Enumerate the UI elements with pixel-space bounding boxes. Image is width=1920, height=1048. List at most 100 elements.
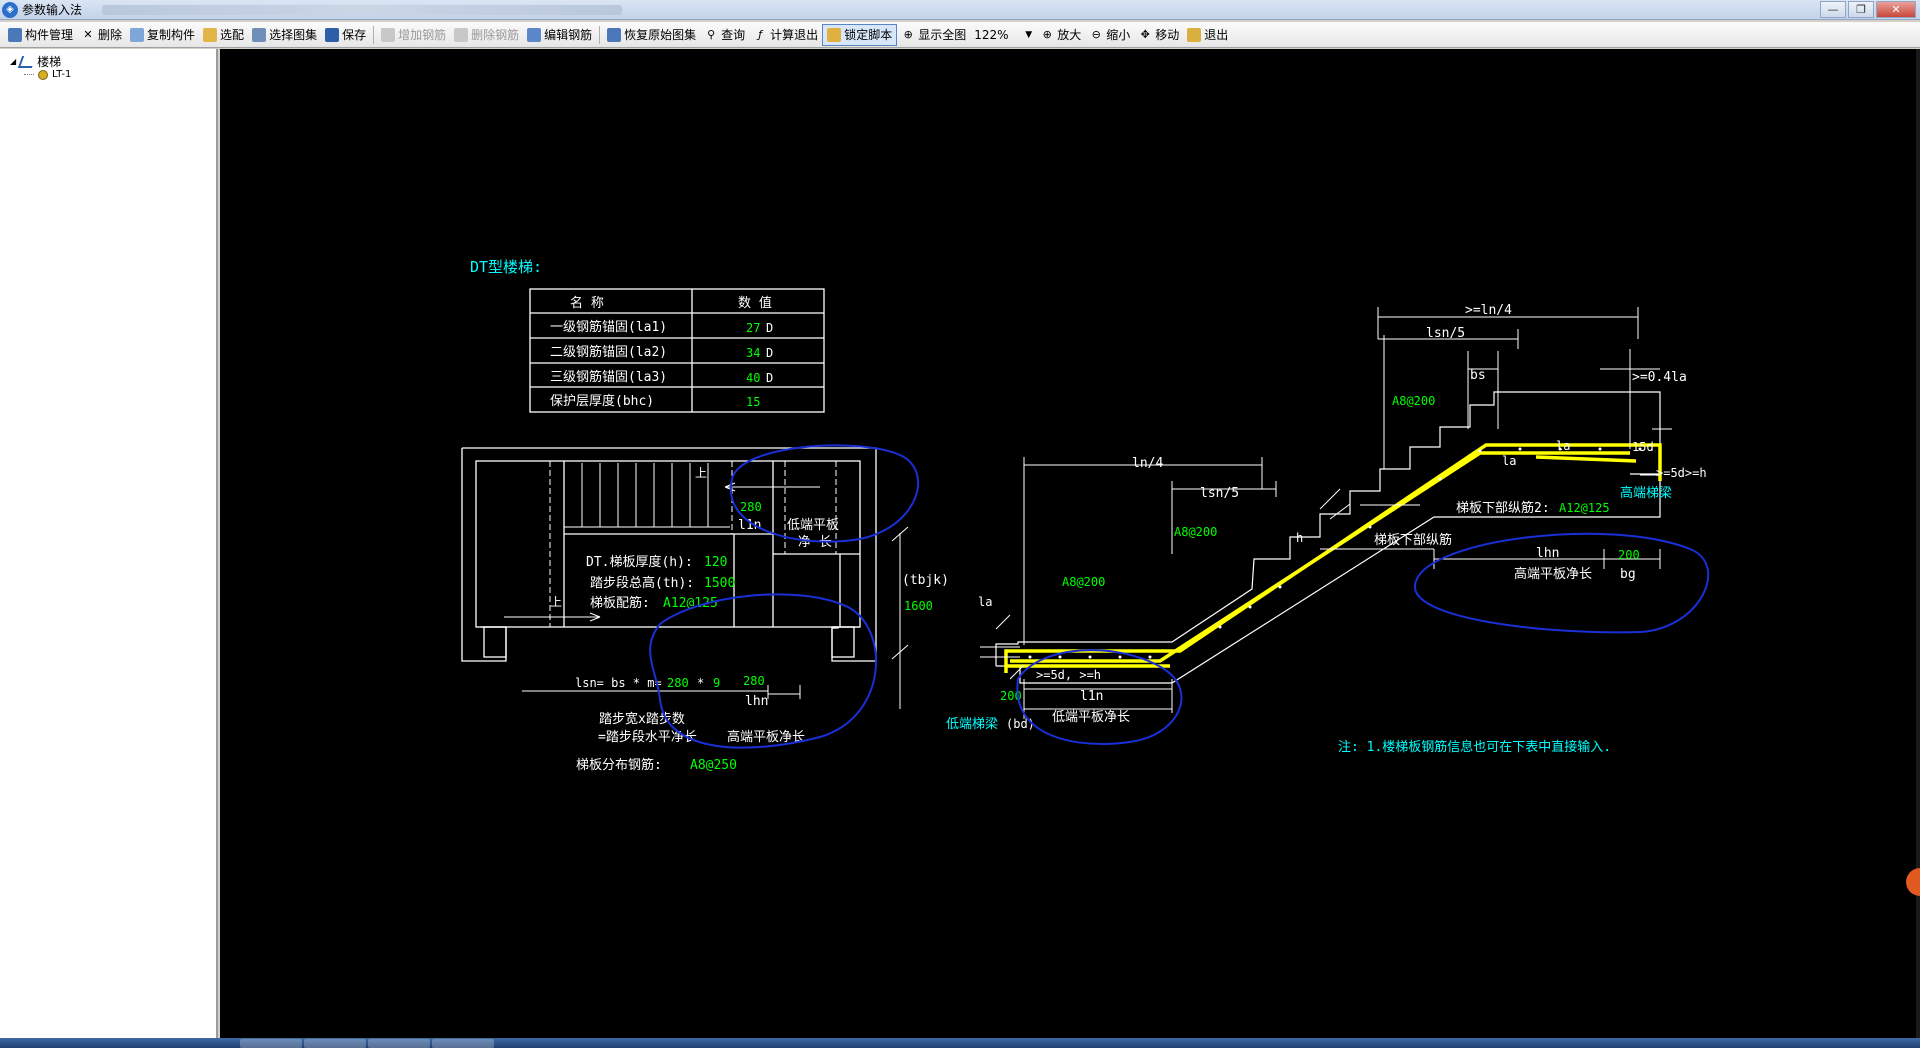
section-a8-200-top-value[interactable]: A8@200: [1392, 394, 1435, 408]
toolbar-separator: [373, 25, 375, 44]
component-manage-button[interactable]: 构件管理: [4, 24, 77, 46]
taskbar-button[interactable]: [304, 1039, 366, 1048]
plan-1600-value[interactable]: 1600: [904, 599, 933, 613]
section-lower-rebar2-label: 梯板下部纵筋2:: [1456, 500, 1550, 516]
select-atlas-icon: [252, 27, 267, 42]
plan-thickness-value[interactable]: 120: [704, 555, 727, 570]
section-ln4-label: ln/4: [1132, 456, 1163, 471]
calc-exit-button[interactable]: ƒ 计算退出: [749, 24, 822, 46]
plan-lsn-star: *: [697, 676, 704, 690]
tree-node-label: LT-1: [52, 69, 72, 80]
section-la-label: la: [1556, 439, 1570, 453]
copy-component-button[interactable]: 复制构件: [126, 24, 199, 46]
section-bd-label: (bd): [1006, 717, 1035, 731]
restore-icon: [607, 27, 622, 42]
expand-icon[interactable]: ◢: [10, 57, 16, 66]
table-cell-value[interactable]: 40: [746, 371, 760, 385]
table-cell-value[interactable]: 27: [746, 321, 760, 335]
add-rebar-button[interactable]: 增加钢筋: [377, 24, 450, 46]
hand-annotations: [649, 444, 1710, 749]
section-ge5d-h-label: >=5d>=h: [1656, 466, 1707, 480]
plan-l1n-label: l1n: [738, 518, 761, 533]
table-cell-name: 一级钢筋锚固(la1): [550, 319, 667, 335]
tree-node-lt1[interactable]: LT-1: [24, 69, 71, 80]
select-match-button[interactable]: 选配: [199, 24, 248, 46]
plan-dist-rebar-value[interactable]: A8@250: [690, 758, 737, 773]
delete-button[interactable]: ✕ 删除: [77, 24, 126, 46]
zoom-select[interactable]: 122% ▼: [970, 25, 1036, 45]
section-high-len-label: 高端平板净长: [1514, 566, 1592, 582]
section-15d-label: 15d: [1632, 440, 1654, 454]
plan-low-platform-label: 低端平板: [787, 518, 839, 533]
taskbar-button[interactable]: [240, 1039, 302, 1048]
add-rebar-icon: [381, 27, 396, 42]
app-icon: ◈: [2, 1, 18, 18]
exit-icon: [1187, 27, 1202, 42]
table-cell-value[interactable]: 34: [746, 346, 760, 360]
pan-button[interactable]: ✥ 移动: [1134, 24, 1183, 46]
component-icon: [38, 69, 48, 80]
taskbar-button[interactable]: [368, 1039, 430, 1048]
section-lower-rebar-label: 梯板下部纵筋: [1374, 532, 1452, 548]
window-title: 参数输入法: [22, 3, 83, 17]
section-200-high-value[interactable]: 200: [1618, 548, 1640, 562]
section-bg-label: bg: [1620, 567, 1636, 582]
plan-280b-value[interactable]: 280: [743, 674, 765, 688]
plan-lsn-bs-value[interactable]: 280: [667, 676, 689, 690]
section-h-label: h: [1296, 531, 1303, 545]
remove-rebar-button[interactable]: 删除钢筋: [450, 24, 523, 46]
zoom-in-icon: ⊕: [1042, 27, 1052, 41]
tree-node-stair[interactable]: ◢ 楼梯: [10, 53, 61, 70]
plan-tbjk-label: (tbjk): [902, 573, 949, 588]
table-cell-unit: D: [766, 371, 773, 385]
zoom-out-button[interactable]: ⊖ 缩小: [1085, 24, 1134, 46]
remove-rebar-icon: [454, 27, 469, 42]
select-atlas-button[interactable]: 选择图集: [248, 24, 321, 46]
tree-line: [24, 74, 34, 75]
plan-step-desc1: 踏步宽x踏步数: [599, 711, 685, 727]
taskbar-button[interactable]: [432, 1039, 494, 1048]
query-button[interactable]: ⚲ 查询: [700, 24, 749, 46]
section-a8-200-low-value[interactable]: A8@200: [1062, 575, 1105, 589]
save-icon: [325, 27, 340, 42]
stair-icon: [17, 55, 37, 68]
stair-section-outline: [995, 391, 1661, 684]
show-all-button[interactable]: ⊕ 显示全图: [897, 24, 970, 46]
component-tree: ◢ 楼梯 LT-1: [0, 49, 218, 1038]
restore-atlas-button[interactable]: 恢复原始图集: [603, 24, 700, 46]
plan-up-arrow-label: 上: [550, 595, 562, 609]
section-low-len-label: 低端平板净长: [1052, 710, 1130, 725]
plan-lsn-m-value[interactable]: 9: [713, 676, 720, 690]
zoom-in-button[interactable]: ⊕ 放大: [1036, 24, 1085, 46]
section-l1n-label: l1n: [1080, 689, 1103, 704]
table-cell-unit: D: [766, 321, 773, 335]
exit-button[interactable]: 退出: [1183, 24, 1232, 46]
select-match-icon: [203, 27, 218, 42]
maximize-button[interactable]: ❐: [1848, 1, 1874, 18]
chevron-down-icon: ▼: [1025, 29, 1033, 40]
edit-rebar-icon: [527, 27, 542, 42]
calc-exit-icon: ƒ: [758, 27, 763, 41]
minimize-button[interactable]: —: [1820, 1, 1846, 18]
save-button[interactable]: 保存: [321, 24, 370, 46]
close-button[interactable]: ✕: [1876, 1, 1916, 18]
cad-canvas[interactable]: DT型楼梯: 名 称 数 值 一级钢筋锚固(la1) 27 D 二级钢筋锚固(l…: [220, 49, 1920, 1038]
table-cell-value[interactable]: 15: [746, 395, 760, 409]
table-cell-unit: D: [766, 346, 773, 360]
section-a8-200-mid-value[interactable]: A8@200: [1174, 525, 1217, 539]
lock-script-button[interactable]: 锁定脚本: [822, 23, 898, 46]
section-ge-ln4-label: >=ln/4: [1465, 303, 1512, 318]
plan-thickness-label: DT.梯板厚度(h):: [586, 554, 693, 570]
floating-widget[interactable]: [1906, 868, 1920, 896]
window-path-blurred: [102, 4, 623, 15]
plan-height-value[interactable]: 1500: [704, 576, 735, 591]
plan-lhn-label: lhn: [745, 694, 768, 709]
section-bs-label: bs: [1470, 368, 1486, 383]
zoom-value: 122%: [974, 27, 1009, 42]
toolbar: 构件管理 ✕ 删除 复制构件 选配 选择图集 保存 增加钢筋 删除钢筋 编辑钢筋 …: [0, 22, 1920, 48]
section-lower-rebar2-value[interactable]: A12@125: [1559, 501, 1610, 515]
edit-rebar-button[interactable]: 编辑钢筋: [523, 24, 596, 46]
plan-rebar-label: 梯板配筋:: [590, 595, 650, 611]
plan-280-value[interactable]: 280: [740, 500, 762, 514]
drawing-title: DT型楼梯:: [470, 258, 542, 276]
